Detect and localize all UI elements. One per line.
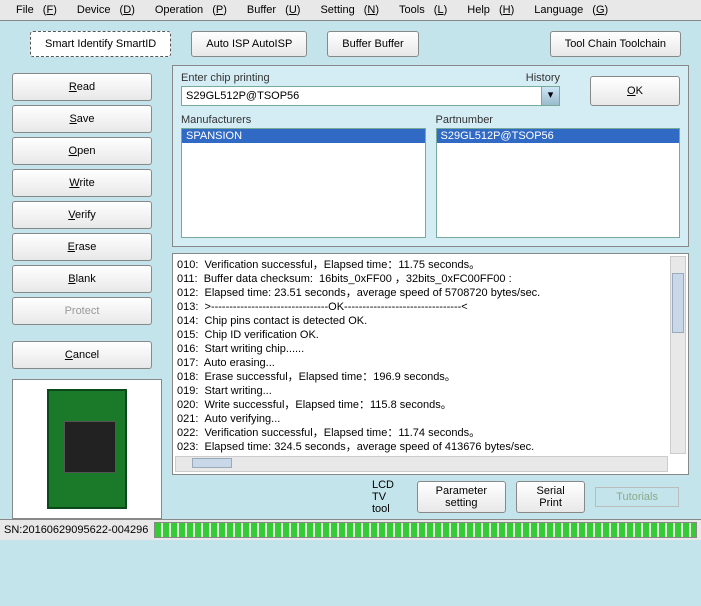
parameter-setting-button[interactable]: Parameter setting — [417, 481, 506, 513]
log-panel: 010: Verification successful，Elapsed tim… — [172, 253, 689, 475]
write-button[interactable]: Write — [12, 169, 152, 197]
manufacturers-list[interactable]: SPANSION — [181, 128, 426, 238]
smart-identify-button[interactable]: Smart Identify SmartID — [30, 31, 171, 57]
erase-button[interactable]: Erase — [12, 233, 152, 261]
status-bar: SN:20160629095622-004296 — [0, 519, 701, 540]
chip-dropdown-icon[interactable]: ▾ — [542, 86, 560, 106]
toolchain-button[interactable]: Tool Chain Toolchain — [550, 31, 681, 57]
verify-button[interactable]: Verify — [12, 201, 152, 229]
top-button-row: Smart Identify SmartID Auto ISP AutoISP … — [0, 21, 701, 65]
buffer-button[interactable]: Buffer Buffer — [327, 31, 418, 57]
menu-tools[interactable]: Tools (L) — [387, 2, 453, 18]
bottom-toolbar: LCD TV tool Parameter setting Serial Pri… — [172, 475, 689, 517]
cancel-button[interactable]: Cancel — [12, 341, 152, 369]
menu-setting[interactable]: Setting (N) — [308, 2, 385, 18]
history-label: History — [526, 72, 560, 84]
menu-help[interactable]: Help (H) — [455, 2, 520, 18]
save-button[interactable]: Save — [12, 105, 152, 133]
manufacturers-label: Manufacturers — [181, 114, 426, 126]
tutorials-button[interactable]: Tutorials — [595, 487, 679, 507]
chip-select-panel: Enter chip printing History ▾ OK Manufac… — [172, 65, 689, 247]
partnumber-list[interactable]: S29GL512P@TSOP56 — [436, 128, 681, 238]
enter-chip-label: Enter chip printing — [181, 72, 270, 84]
auto-isp-button[interactable]: Auto ISP AutoISP — [191, 31, 307, 57]
vertical-scrollbar[interactable] — [670, 256, 686, 454]
menu-buffer[interactable]: Buffer (U) — [235, 2, 307, 18]
menubar: File (F) Device (D) Operation (P) Buffer… — [0, 0, 701, 21]
read-button[interactable]: Read — [12, 73, 152, 101]
list-item[interactable]: SPANSION — [182, 129, 425, 143]
lcd-tv-label: LCD TV tool — [372, 479, 407, 515]
menu-operation[interactable]: Operation (P) — [143, 2, 233, 18]
log-text: 010: Verification successful，Elapsed tim… — [177, 258, 684, 454]
partnumber-label: Partnumber — [436, 114, 681, 126]
menu-device[interactable]: Device (D) — [65, 2, 141, 18]
chip-input[interactable] — [181, 86, 542, 106]
ok-button[interactable]: OK — [590, 76, 680, 106]
protect-button: Protect — [12, 297, 152, 325]
blank-button[interactable]: Blank — [12, 265, 152, 293]
serial-print-button[interactable]: Serial Print — [516, 481, 585, 513]
open-button[interactable]: Open — [12, 137, 152, 165]
list-item[interactable]: S29GL512P@TSOP56 — [437, 129, 680, 143]
device-photo — [12, 379, 162, 519]
progress-bar — [154, 522, 697, 538]
menu-language[interactable]: Language (G) — [522, 2, 614, 18]
serial-number: SN:20160629095622-004296 — [4, 524, 148, 536]
sidebar: Read Save Open Write Verify Erase Blank … — [12, 65, 162, 519]
horizontal-scrollbar[interactable] — [175, 456, 668, 472]
menu-file[interactable]: File (F) — [4, 2, 63, 18]
